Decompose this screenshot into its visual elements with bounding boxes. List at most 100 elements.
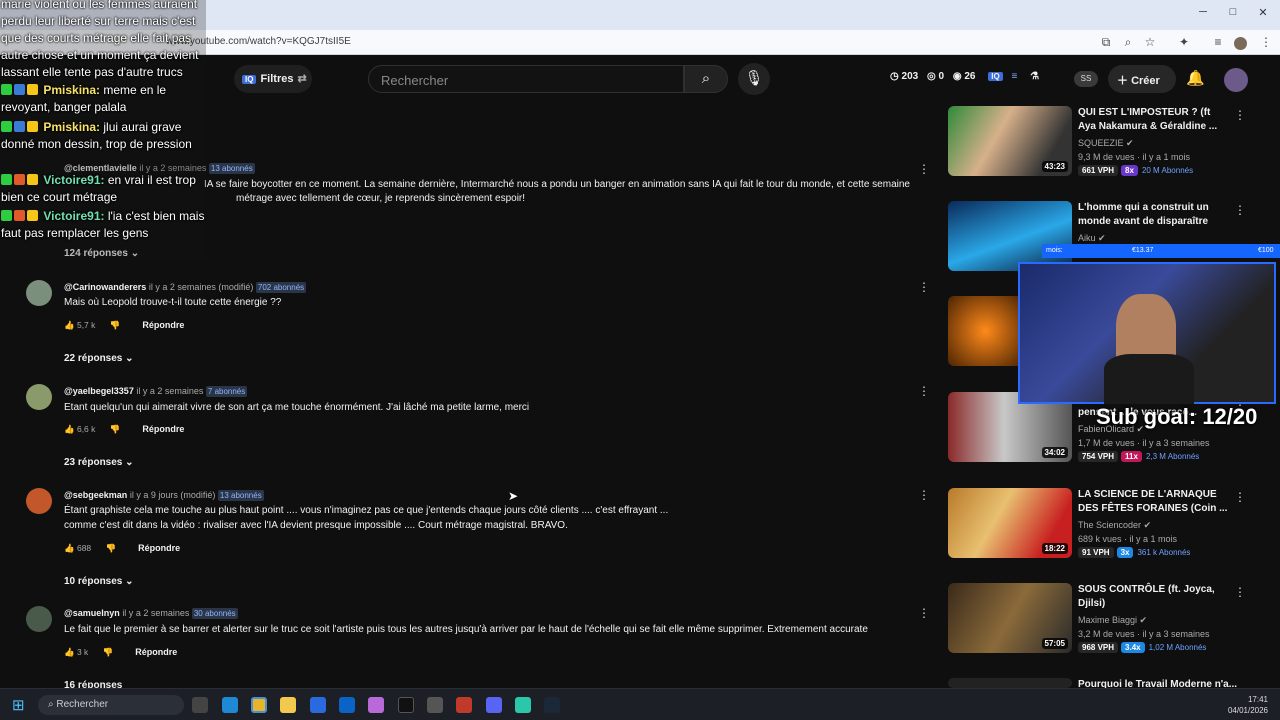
terminal-icon[interactable] bbox=[398, 697, 414, 713]
video-channel[interactable]: Maxime Biaggi ✔ bbox=[1078, 615, 1147, 626]
file-explorer-icon[interactable] bbox=[280, 697, 296, 713]
video-thumbnail[interactable]: 18:22 bbox=[948, 488, 1072, 558]
extension-icon[interactable]: ⚗ bbox=[1030, 71, 1039, 82]
video-thumbnail[interactable] bbox=[948, 201, 1072, 271]
like-icon[interactable]: 👍 bbox=[64, 424, 75, 434]
comment-time[interactable]: il y a 9 jours (modifié) bbox=[130, 490, 216, 500]
filters-button[interactable]: IQ Filtres ⇄ bbox=[234, 65, 312, 93]
video-title[interactable]: L'homme qui a construit un monde avant d… bbox=[1078, 201, 1228, 229]
reply-button[interactable]: Répondre bbox=[142, 424, 184, 434]
comment-time[interactable]: il y a 2 semaines (modifié) bbox=[149, 282, 254, 292]
related-video[interactable]: 43:23 QUI EST L'IMPOSTEUR ? (ft Aya Naka… bbox=[948, 106, 1268, 178]
voice-search-button[interactable]: 🎙 bbox=[738, 63, 770, 95]
related-video[interactable]: Pourquoi le Travail Moderne n'a... bbox=[948, 678, 1268, 688]
dislike-icon[interactable]: 👎 bbox=[103, 647, 114, 657]
like-icon[interactable]: 👍 bbox=[64, 320, 75, 330]
comment-time[interactable]: il y a 2 semaines bbox=[122, 608, 189, 618]
video-channel[interactable]: The Sciencoder ✔ bbox=[1078, 520, 1151, 531]
extensions-icon[interactable]: ✦ bbox=[1176, 35, 1192, 49]
stat-eye: 26 bbox=[964, 71, 976, 82]
minimize-button[interactable]: ─ bbox=[1194, 6, 1212, 18]
zoom-icon[interactable]: ⌕ bbox=[1120, 35, 1136, 50]
close-window-button[interactable]: ✕ bbox=[1254, 6, 1272, 19]
comment-author[interactable]: @sebgeekman bbox=[64, 490, 127, 500]
reply-button[interactable]: Répondre bbox=[138, 543, 180, 553]
comment-time[interactable]: il y a 2 semaines bbox=[136, 386, 203, 396]
edge-icon[interactable] bbox=[222, 697, 238, 713]
replies-toggle[interactable]: 23 réponses ⌄ bbox=[64, 457, 134, 468]
comment-menu-icon[interactable]: ⋮ bbox=[918, 162, 930, 176]
voicemeeter-icon[interactable] bbox=[456, 697, 472, 713]
comment-menu-icon[interactable]: ⋮ bbox=[918, 606, 930, 620]
avatar[interactable] bbox=[26, 488, 52, 514]
account-avatar[interactable] bbox=[1224, 68, 1248, 92]
video-thumbnail[interactable] bbox=[948, 678, 1072, 688]
profile-avatar[interactable] bbox=[1234, 37, 1247, 50]
reply-button[interactable]: Répondre bbox=[142, 320, 184, 330]
search-input[interactable]: Rechercher bbox=[368, 65, 684, 93]
dislike-icon[interactable]: 👎 bbox=[110, 320, 121, 330]
browser-menu-icon[interactable]: ⋮ bbox=[1258, 35, 1274, 49]
comment-menu-icon[interactable]: ⋮ bbox=[918, 488, 930, 502]
comment-menu-icon[interactable]: ⋮ bbox=[918, 280, 930, 294]
video-menu-icon[interactable]: ⋮ bbox=[1234, 203, 1246, 217]
crown-icon bbox=[27, 121, 38, 132]
video-menu-icon[interactable]: ⋮ bbox=[1234, 585, 1246, 599]
video-channel[interactable]: Aiku ✔ bbox=[1078, 233, 1106, 244]
video-thumbnail[interactable]: 43:23 bbox=[948, 106, 1072, 176]
store-icon[interactable] bbox=[310, 697, 326, 713]
related-video[interactable]: 57:05 SOUS CONTRÔLE (ft. Joyca, Djilsi) … bbox=[948, 583, 1268, 655]
like-icon[interactable]: 👍 bbox=[64, 543, 75, 553]
comment-text: Mais où Leopold trouve-t-il toute cette … bbox=[64, 297, 282, 308]
create-button[interactable]: ＋ Créer bbox=[1108, 65, 1176, 93]
video-channel[interactable]: SQUEEZIE ✔ bbox=[1078, 138, 1134, 149]
donation-target: €100 bbox=[1258, 247, 1274, 254]
steam-icon[interactable] bbox=[544, 697, 560, 713]
avatar[interactable] bbox=[26, 384, 52, 410]
install-app-icon[interactable]: ⧉ bbox=[1098, 35, 1114, 50]
stat-clock: 203 bbox=[901, 71, 919, 82]
video-title[interactable]: SOUS CONTRÔLE (ft. Joyca, Djilsi) bbox=[1078, 583, 1228, 611]
ss-toggle[interactable]: SS bbox=[1074, 71, 1098, 87]
taskbar-search[interactable]: ⌕ Rechercher bbox=[38, 695, 184, 715]
discord-icon[interactable] bbox=[486, 697, 502, 713]
dislike-icon[interactable]: 👎 bbox=[106, 543, 117, 553]
comment-menu-icon[interactable]: ⋮ bbox=[918, 384, 930, 398]
dislike-icon[interactable]: 👎 bbox=[110, 424, 121, 434]
video-menu-icon[interactable]: ⋮ bbox=[1234, 108, 1246, 122]
tab-search-icon[interactable]: ≡ bbox=[1210, 35, 1226, 49]
comment-author[interactable]: @yaelbegel3357 bbox=[64, 386, 134, 396]
list-icon[interactable]: ≡ bbox=[1012, 71, 1018, 82]
comment-author[interactable]: @samuelnyn bbox=[64, 608, 120, 618]
outlook-icon[interactable] bbox=[339, 697, 355, 713]
replies-toggle[interactable]: 10 réponses ⌄ bbox=[64, 576, 134, 587]
related-video[interactable]: 18:22 LA SCIENCE DE L'ARNAQUE DES FÊTES … bbox=[948, 488, 1268, 560]
replies-toggle[interactable]: 22 réponses ⌄ bbox=[64, 353, 134, 364]
windows-start-icon[interactable]: ⊞ bbox=[12, 696, 25, 714]
avatar[interactable] bbox=[26, 606, 52, 632]
video-title[interactable]: QUI EST L'IMPOSTEUR ? (ft Aya Nakamura &… bbox=[1078, 106, 1228, 134]
badge-icon bbox=[14, 121, 25, 132]
reply-button[interactable]: Répondre bbox=[135, 647, 177, 657]
app-icon[interactable] bbox=[515, 697, 531, 713]
search-button[interactable]: ⌕ bbox=[684, 65, 728, 93]
notifications-bell-icon[interactable]: 🔔 bbox=[1186, 69, 1205, 87]
badge-icon bbox=[14, 174, 25, 185]
chrome-icon[interactable] bbox=[251, 697, 267, 713]
video-meta: 1,7 M de vues · il y a 3 semaines bbox=[1078, 438, 1210, 448]
video-title[interactable]: Pourquoi le Travail Moderne n'a... bbox=[1078, 678, 1248, 688]
like-icon[interactable]: 👍 bbox=[64, 647, 75, 657]
taskbar-clock[interactable]: 17:41 04/01/2026 bbox=[1224, 694, 1268, 716]
obs-icon[interactable] bbox=[427, 697, 443, 713]
video-menu-icon[interactable]: ⋮ bbox=[1234, 490, 1246, 504]
task-view-icon[interactable] bbox=[192, 697, 208, 713]
bookmark-star-icon[interactable]: ☆ bbox=[1142, 35, 1158, 49]
avatar[interactable] bbox=[26, 280, 52, 306]
replies-toggle[interactable]: 16 réponses bbox=[64, 680, 122, 688]
video-thumbnail[interactable]: 57:05 bbox=[948, 583, 1072, 653]
comment-author[interactable]: @Carinowanderers bbox=[64, 282, 146, 292]
app-icon[interactable] bbox=[368, 697, 384, 713]
video-title[interactable]: LA SCIENCE DE L'ARNAQUE DES FÊTES FORAIN… bbox=[1078, 488, 1228, 516]
iq-icon[interactable]: IQ bbox=[988, 72, 1003, 81]
maximize-button[interactable]: □ bbox=[1224, 6, 1242, 18]
